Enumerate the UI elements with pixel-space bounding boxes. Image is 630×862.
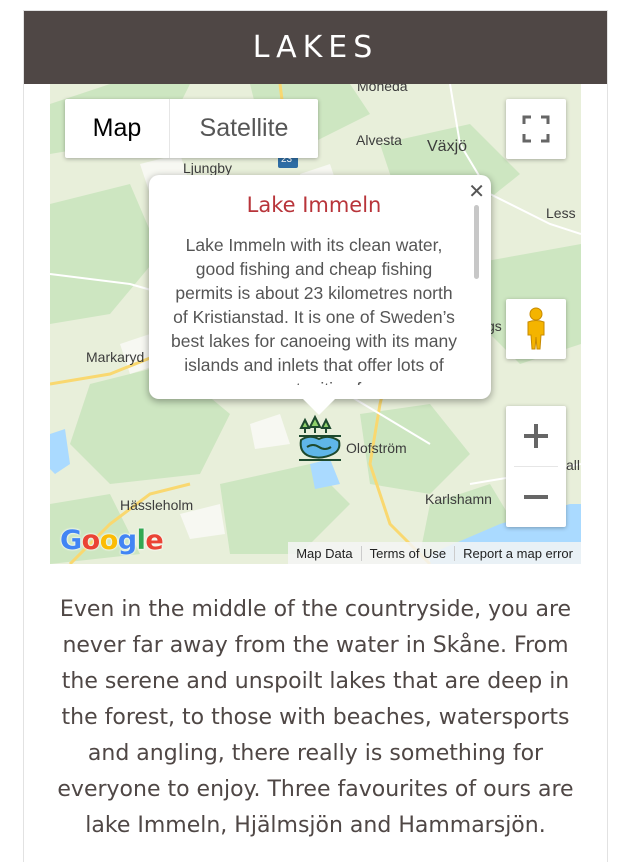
info-window-content: Lake Immeln Lake Immeln with its clean w… [169, 193, 459, 385]
fullscreen-icon [522, 115, 550, 143]
place-olofstrom: Olofström [346, 440, 407, 456]
info-window: ✕ Lake Immeln Lake Immeln with its clean… [149, 175, 491, 415]
close-icon[interactable]: ✕ [468, 179, 485, 204]
report-map-error-link[interactable]: Report a map error [454, 545, 581, 561]
place-moheda: Moheda [357, 84, 408, 94]
place-karlshamn: Karlshamn [425, 491, 492, 507]
map-type-map-button[interactable]: Map [65, 99, 169, 158]
info-window-tail [303, 399, 335, 415]
map-attribution: Map Data Terms of Use Report a map error [288, 542, 581, 564]
street-view-button[interactable] [506, 299, 566, 359]
place-ljungby: Ljungby [183, 160, 233, 176]
terms-of-use-link[interactable]: Terms of Use [360, 545, 455, 561]
place-all: all [566, 457, 581, 473]
zoom-in-button[interactable] [506, 406, 566, 466]
place-markaryd: Markaryd [86, 349, 145, 365]
place-vaxjo: Växjö [427, 138, 468, 155]
map-type-control: Map Satellite [65, 99, 318, 158]
page-margin [0, 0, 10, 862]
info-window-title: Lake Immeln [246, 193, 382, 217]
google-logo: Google [60, 525, 164, 556]
lake-marker[interactable] [295, 414, 345, 464]
pegman-icon [527, 307, 545, 350]
zoom-control [506, 406, 566, 527]
minus-icon [524, 495, 548, 499]
plus-icon [524, 424, 548, 448]
place-hassleholm: Hässleholm [120, 497, 194, 513]
lakes-description: Even in the middle of the countryside, y… [57, 597, 574, 838]
section-header: LAKES [24, 11, 607, 84]
map-type-satellite-button[interactable]: Satellite [169, 99, 318, 158]
lake-icon [299, 414, 341, 461]
info-window-text: Lake Immeln with its clean water, good f… [171, 235, 457, 385]
place-alvesta: Alvesta [356, 132, 402, 148]
zoom-out-button[interactable] [506, 467, 566, 527]
map-data-label: Map Data [296, 545, 353, 561]
google-map[interactable]: Moheda Alvesta Växjö Ljungby 23 Less Mar… [50, 84, 581, 564]
info-window-scrollbar[interactable] [474, 205, 479, 279]
section-title: LAKES [252, 30, 379, 65]
fullscreen-button[interactable] [506, 99, 566, 159]
place-less: Less [546, 205, 576, 221]
